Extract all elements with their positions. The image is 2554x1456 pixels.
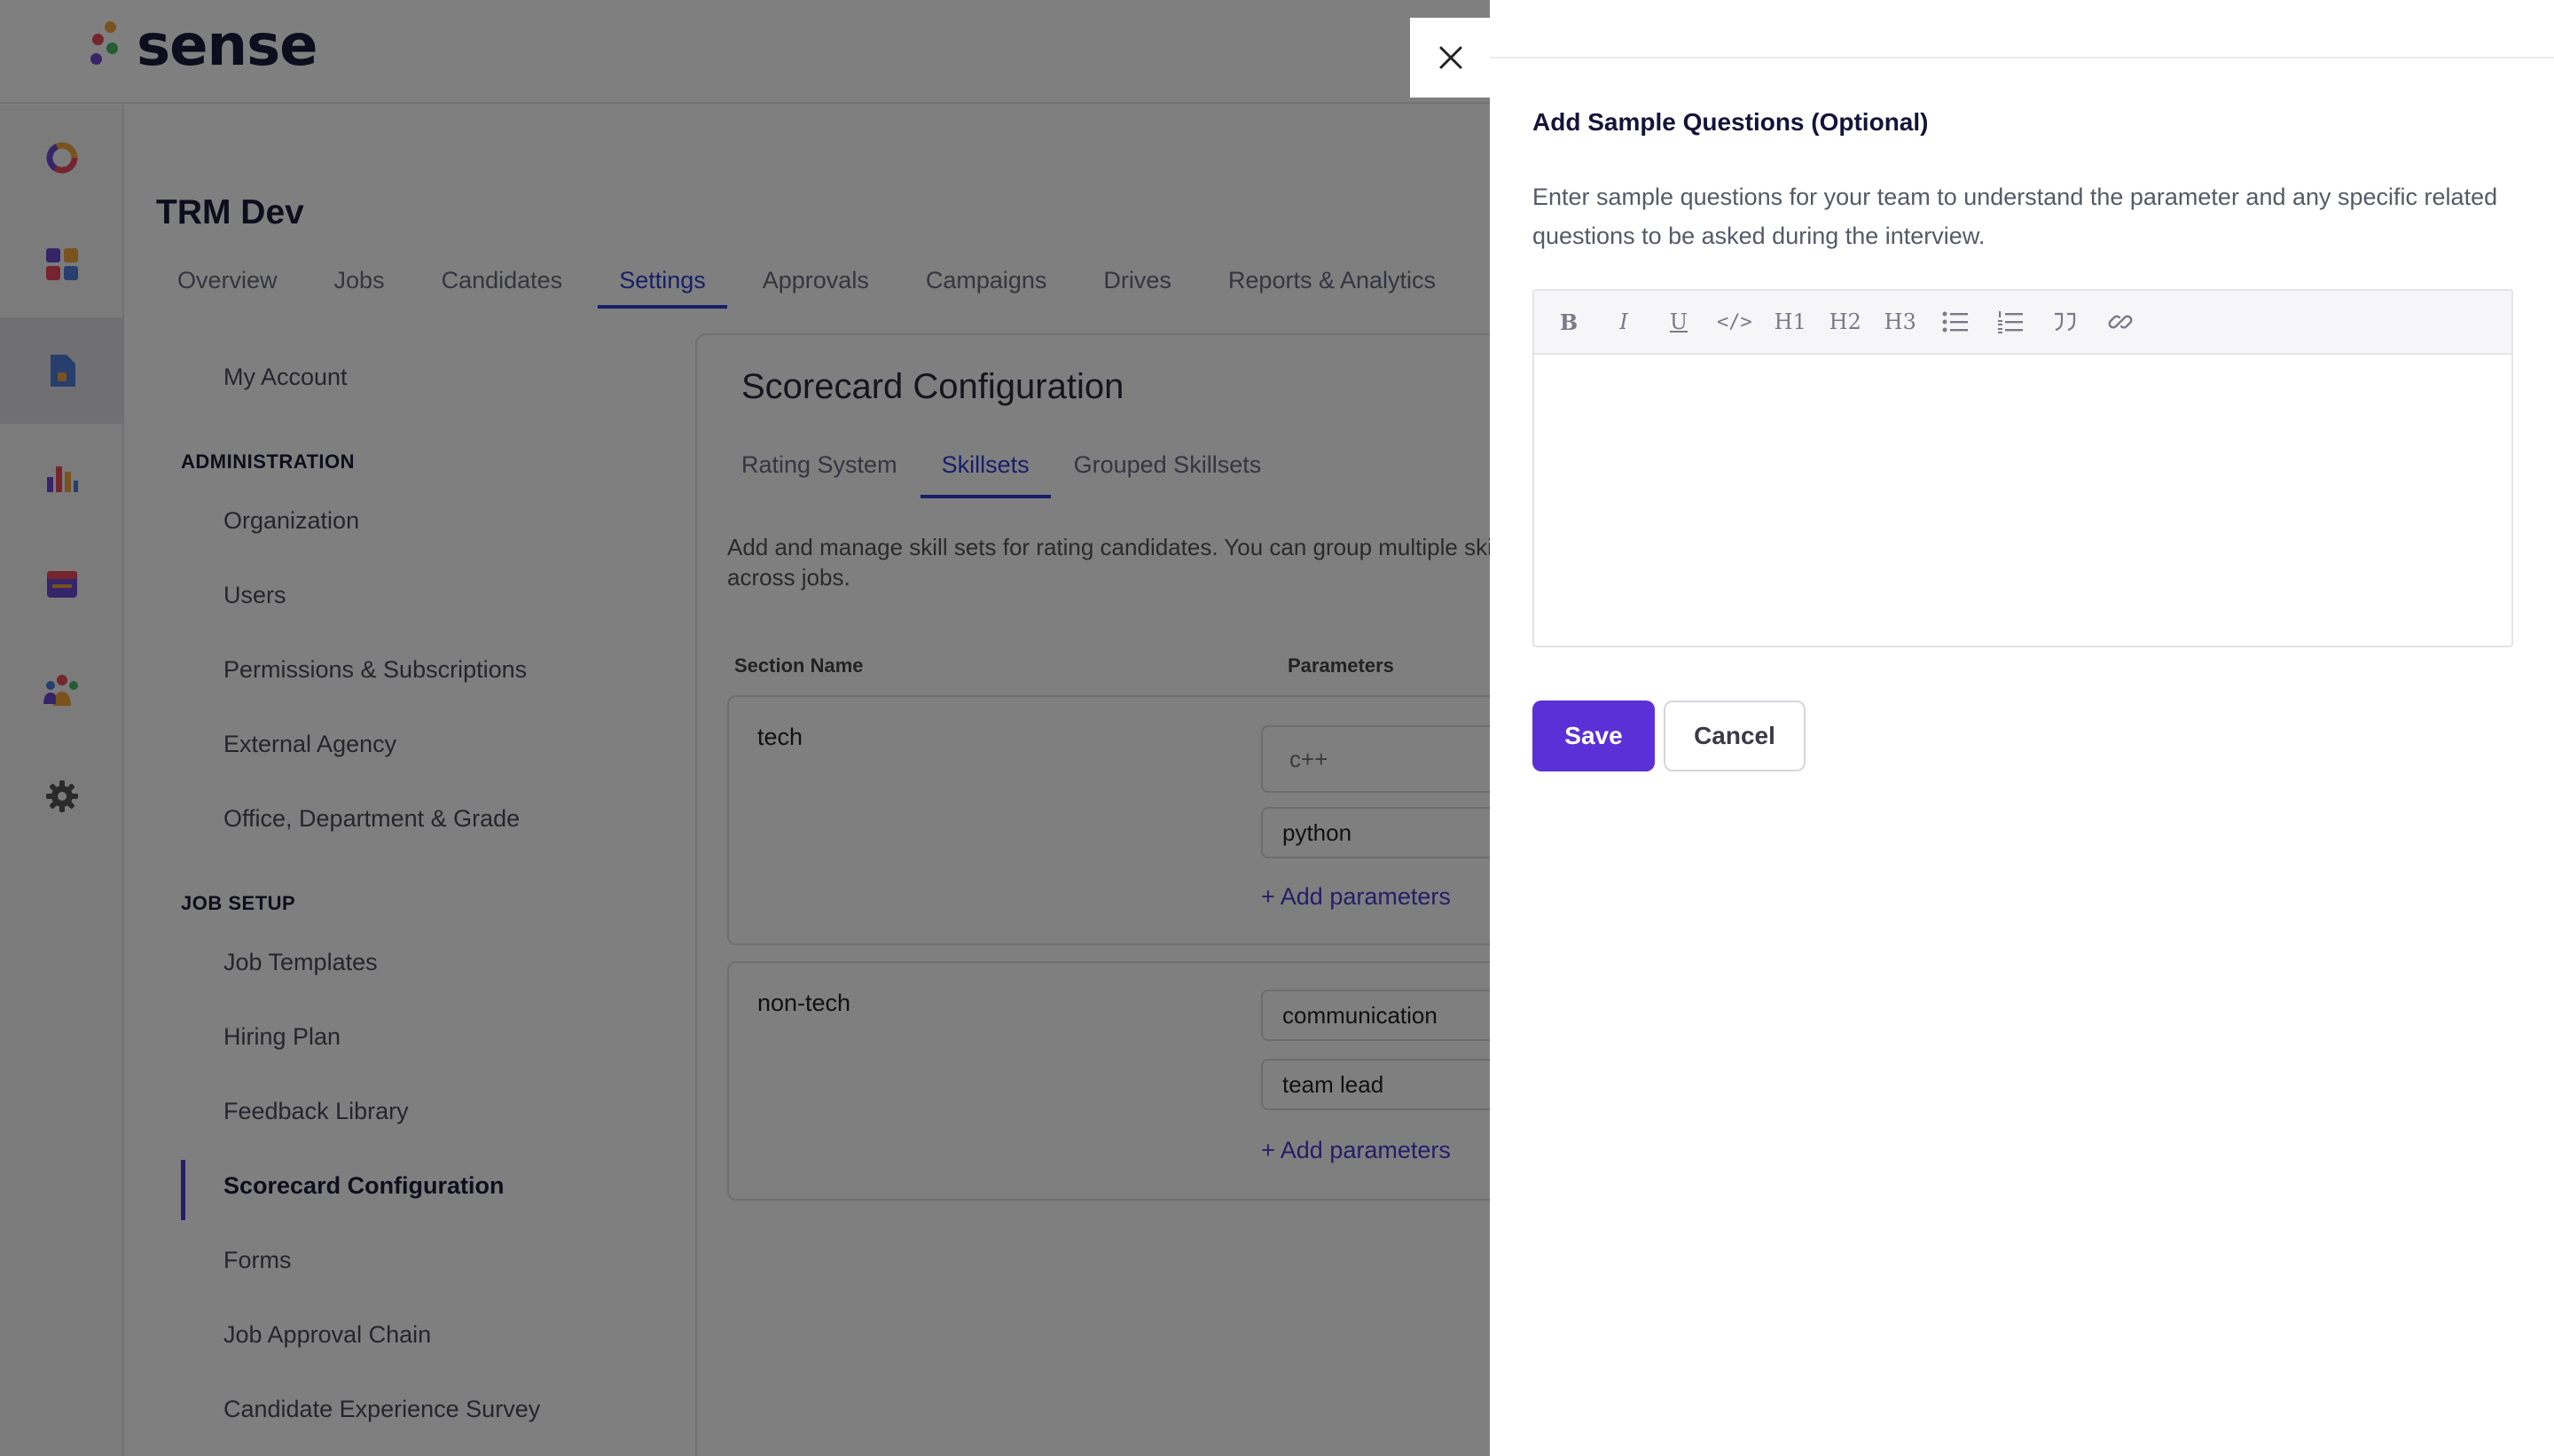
save-button[interactable]: Save [1532, 701, 1655, 771]
drawer-divider [1490, 57, 2554, 59]
code-button[interactable]: </> [1712, 302, 1758, 341]
heading-2-button[interactable]: H2 [1823, 302, 1868, 341]
editor-toolbar: B I U </> H1 H2 H3 [1534, 291, 2511, 355]
editor-content-area[interactable] [1534, 355, 2511, 646]
drawer-description: Enter sample questions for your team to … [1532, 184, 2498, 249]
bullet-list-icon [1942, 311, 1968, 333]
sample-questions-drawer: Add Sample Questions (Optional) Enter sa… [1490, 0, 2554, 1456]
heading-1-button[interactable]: H1 [1768, 302, 1813, 341]
underline-button[interactable]: U [1657, 302, 1701, 341]
drawer-title: Add Sample Questions (Optional) [1532, 108, 1929, 136]
quote-icon [2054, 312, 2075, 332]
cancel-button[interactable]: Cancel [1664, 701, 1806, 771]
blockquote-button[interactable] [2043, 302, 2088, 341]
link-button[interactable] [2098, 302, 2143, 341]
close-drawer-button[interactable] [1410, 18, 1492, 98]
numbered-list-icon [1997, 311, 2023, 333]
heading-3-button[interactable]: H3 [1878, 302, 1923, 341]
italic-button[interactable]: I [1602, 302, 1646, 341]
numbered-list-button[interactable] [1988, 302, 2033, 341]
bullet-list-button[interactable] [1933, 302, 1978, 341]
bold-button[interactable]: B [1547, 302, 1591, 341]
close-icon [1439, 46, 1462, 69]
link-icon [2108, 315, 2133, 329]
rich-text-editor: B I U </> H1 H2 H3 [1532, 289, 2513, 647]
